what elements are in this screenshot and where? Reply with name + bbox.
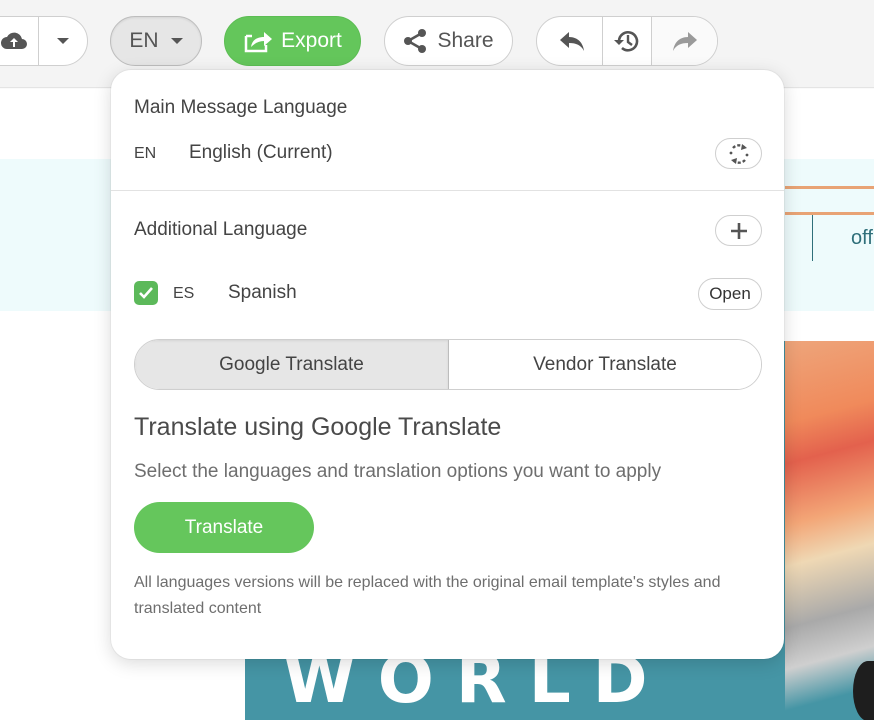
redo-button[interactable]	[652, 17, 717, 65]
caret-down-icon	[57, 38, 69, 44]
undo-button[interactable]	[537, 17, 603, 65]
redo-icon	[672, 32, 697, 51]
partial-text: off	[851, 227, 873, 249]
share-button[interactable]: Share	[384, 16, 513, 66]
language-name: Spanish	[228, 282, 297, 303]
tab-google-translate[interactable]: Google Translate	[135, 340, 449, 389]
main-language-name: English (Current)	[189, 142, 333, 163]
export-button-label: Export	[281, 29, 342, 52]
spanish-checkbox[interactable]	[134, 281, 158, 305]
translate-heading: Translate using Google Translate	[134, 413, 502, 441]
divider-line	[785, 212, 874, 215]
language-panel: Main Message Language EN English (Curren…	[111, 70, 784, 659]
history-icon	[614, 31, 639, 52]
language-dropdown-button[interactable]: EN	[110, 16, 202, 66]
divider-line	[785, 186, 874, 189]
plus-icon	[730, 222, 747, 239]
upload-options-dropdown[interactable]	[39, 17, 87, 65]
translate-button[interactable]: Translate	[134, 502, 314, 553]
translate-note: All languages versions will be replaced …	[134, 574, 721, 617]
text-cursor-line	[812, 215, 813, 261]
change-main-language-button[interactable]	[715, 138, 762, 169]
checkmark-icon	[139, 287, 153, 299]
history-button[interactable]	[603, 17, 652, 65]
share-icon	[404, 29, 427, 53]
caret-down-icon	[170, 38, 183, 44]
tab-vendor-translate[interactable]: Vendor Translate	[449, 340, 761, 389]
upload-button-group	[0, 16, 88, 66]
undo-icon	[559, 32, 584, 51]
share-button-label: Share	[437, 29, 494, 52]
open-language-button[interactable]: Open	[698, 278, 762, 310]
translate-subtitle: Select the languages and translation opt…	[134, 461, 662, 482]
translate-mode-toggle: Google Translate Vendor Translate	[134, 339, 762, 390]
sync-icon	[729, 143, 748, 164]
language-button-label: EN	[129, 29, 159, 52]
add-language-button[interactable]	[715, 215, 762, 246]
export-button[interactable]: Export	[224, 16, 361, 66]
language-code: ES	[173, 285, 195, 302]
cloud-upload-icon	[0, 32, 27, 49]
history-button-group	[536, 16, 718, 66]
additional-language-title: Additional Language	[134, 219, 308, 240]
main-language-code: EN	[134, 145, 157, 162]
export-icon	[244, 32, 273, 53]
main-language-title: Main Message Language	[134, 97, 348, 118]
section-divider	[111, 190, 784, 191]
upload-button[interactable]	[0, 17, 39, 65]
balloon-detail	[853, 661, 874, 720]
